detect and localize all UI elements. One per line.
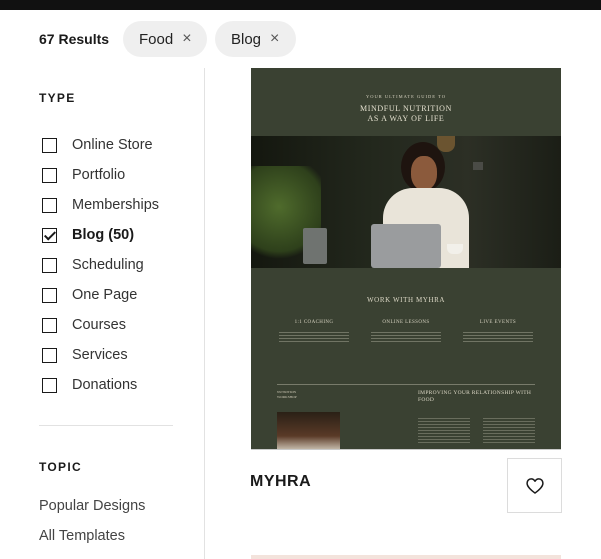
preview-kicker: YOUR ULTIMATE GUIDE TO [365,94,447,99]
preview-text-lines [483,418,535,444]
type-item-label: Scheduling [72,257,144,273]
filter-chip-label: Blog [231,30,262,48]
preview-text-lines [463,332,533,344]
close-icon[interactable]: × [270,31,279,47]
favorite-button[interactable] [507,458,562,513]
filter-bar: 67 Results Food × Blog × [0,10,601,68]
type-item-label: Online Store [72,137,153,153]
type-item-donations[interactable]: Donations [42,370,159,400]
checkbox[interactable] [42,317,57,333]
checkbox[interactable] [42,377,57,393]
person-shape [371,136,481,268]
laptop-shape [371,224,441,268]
heart-icon [525,477,544,494]
preview-divider [277,384,535,385]
sidebar-divider [39,425,173,426]
checkbox[interactable] [42,257,57,273]
type-item-scheduling[interactable]: Scheduling [42,250,159,280]
type-item-portfolio[interactable]: Portfolio [42,160,159,190]
checkbox-checked[interactable] [42,227,57,243]
type-item-online-store[interactable]: Online Store [42,130,159,160]
cup-shape [447,244,463,254]
preview-service: ONLINE LESSONS [382,320,430,325]
checkbox[interactable] [42,197,57,213]
preview-photo [251,136,561,268]
checkbox[interactable] [42,287,57,303]
preview-service: 1:1 COACHING [294,320,334,325]
type-item-label: One Page [72,287,138,303]
type-item-label: Donations [72,377,138,393]
type-item-services[interactable]: Services [42,340,159,370]
type-filter-list: Online Store Portfolio Memberships Blog … [42,130,159,400]
checkbox[interactable] [42,167,57,183]
type-item-blog[interactable]: Blog (50) [42,220,159,250]
template-preview-image[interactable]: YOUR ULTIMATE GUIDE TO MINDFUL NUTRITION… [251,68,561,450]
type-item-label: Portfolio [72,167,126,183]
type-item-memberships[interactable]: Memberships [42,190,159,220]
type-item-courses[interactable]: Courses [42,310,159,340]
result-count: 67 Results [39,31,110,47]
filter-sidebar: TYPE Online Store Portfolio Memberships … [0,68,205,559]
preview-thumbnail [277,412,340,449]
checkbox[interactable] [42,137,57,153]
filter-chip-label: Food [139,30,174,48]
preview-improve-title: IMPROVING YOUR RELATIONSHIP WITH FOOD [418,390,532,403]
preview-service: LIVE EVENTS [479,320,517,325]
preview-small-label: NUTRITION WORKSHOP [277,390,297,399]
filter-chip-blog[interactable]: Blog × [215,21,296,57]
type-item-one-page[interactable]: One Page [42,280,159,310]
topic-list: Popular Designs All Templates [39,498,145,558]
type-item-label: Courses [72,317,126,333]
type-item-label: Memberships [72,197,160,213]
type-section-title: TYPE [39,91,76,105]
preview-title-line: AS A WAY OF LIFE [367,114,445,123]
topic-item-popular-designs[interactable]: Popular Designs [39,498,145,528]
pot-shape [303,228,327,264]
preview-text-lines [279,332,349,344]
template-name[interactable]: MYHRA [250,473,311,491]
preview-text-lines [418,418,470,444]
preview-text-lines [371,332,441,344]
face-shape [411,156,437,190]
topic-section-title: TOPIC [39,460,82,474]
preview-title-line: MINDFUL NUTRITION [360,104,452,113]
top-nav-strip [0,0,601,10]
checkbox[interactable] [42,347,57,363]
type-item-label: Blog (50) [72,227,135,243]
close-icon[interactable]: × [182,31,191,47]
next-template-preview[interactable] [251,555,561,559]
type-item-label: Services [72,347,128,363]
preview-hero-title: MINDFUL NUTRITION AS A WAY OF LIFE [251,104,561,124]
preview-section-title: WORK WITH MYHRA [366,296,446,304]
topic-item-all-templates[interactable]: All Templates [39,528,145,558]
filter-chip-food[interactable]: Food × [123,21,207,57]
